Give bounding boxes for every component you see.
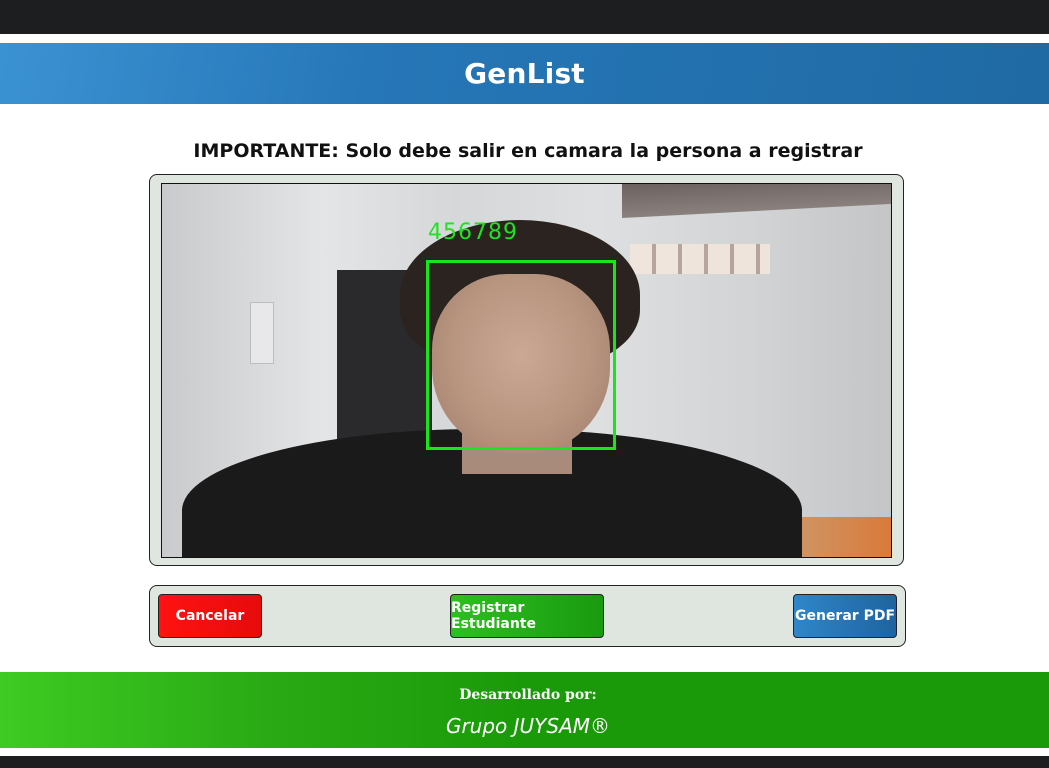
page: GenList IMPORTANTE: Solo debe salir en c… bbox=[0, 0, 1049, 768]
footer-developed-by: Desarrollado por: bbox=[459, 687, 597, 703]
important-notice: IMPORTANTE: Solo debe salir en camara la… bbox=[193, 140, 863, 162]
face-id-label: 456789 bbox=[428, 220, 518, 245]
camera-feed: 456789 bbox=[161, 183, 892, 558]
footer: Desarrollado por: Grupo JUYSAM® bbox=[0, 672, 1049, 748]
header: GenList bbox=[0, 43, 1049, 104]
footer-brand: Grupo JUYSAM® bbox=[445, 714, 611, 738]
top-bar bbox=[0, 0, 1049, 34]
app-title: GenList bbox=[464, 57, 585, 90]
bottom-bar bbox=[0, 756, 1049, 768]
video-panel: 456789 bbox=[149, 174, 904, 566]
face-detection-box bbox=[426, 260, 616, 450]
cancel-button[interactable]: Cancelar bbox=[158, 594, 262, 638]
action-bar: Cancelar Registrar Estudiante Generar PD… bbox=[149, 585, 906, 647]
camera-wall-fixture bbox=[250, 302, 274, 364]
generate-pdf-button[interactable]: Generar PDF bbox=[793, 594, 897, 638]
camera-wall-vent bbox=[630, 244, 770, 274]
register-student-button[interactable]: Registrar Estudiante bbox=[450, 594, 604, 638]
